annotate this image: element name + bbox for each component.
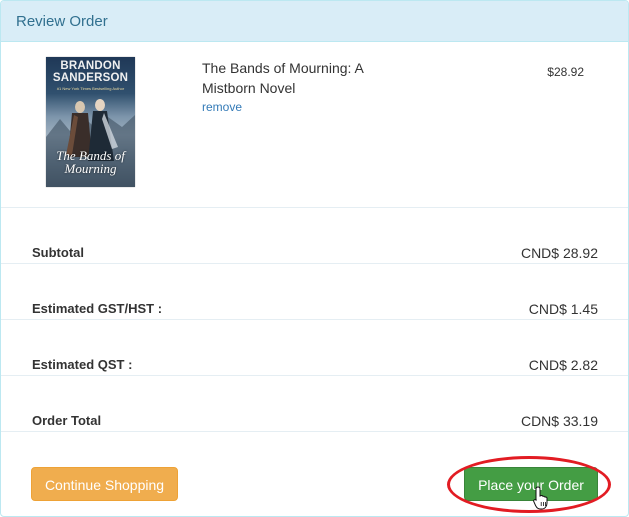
divider [1, 319, 628, 320]
cover-author: BRANDON SANDERSON [52, 60, 129, 84]
divider [1, 375, 628, 376]
item-title: The Bands of Mourning: A Mistborn Novel [202, 60, 364, 96]
qst-value: CND$ 2.82 [528, 357, 598, 373]
subtotal-label: Subtotal [32, 245, 84, 260]
panel-title: Review Order [16, 13, 108, 30]
hand-pointer-icon [533, 486, 548, 510]
highlight-ellipse [447, 456, 611, 513]
remove-item-link[interactable]: remove [202, 100, 242, 114]
panel-heading: Review Order [1, 1, 628, 42]
qst-label: Estimated QST : [32, 357, 133, 372]
order-total-value: CDN$ 33.19 [520, 413, 598, 429]
gst-label: Estimated GST/HST : [32, 301, 163, 316]
divider [1, 207, 628, 208]
divider [1, 263, 628, 264]
continue-shopping-button[interactable]: Continue Shopping [31, 467, 178, 501]
cover-tagline: #1 New York Times Bestselling Author [56, 86, 125, 91]
divider [1, 431, 628, 432]
book-cover-image: BRANDON SANDERSON #1 New York Times Best… [46, 57, 135, 187]
order-total-label: Order Total [32, 413, 102, 428]
item-price: $28.92 [547, 65, 584, 79]
cover-title: The Bands of Mourning [56, 148, 125, 176]
subtotal-value: CND$ 28.92 [520, 245, 598, 261]
gst-value: CND$ 1.45 [528, 301, 598, 317]
